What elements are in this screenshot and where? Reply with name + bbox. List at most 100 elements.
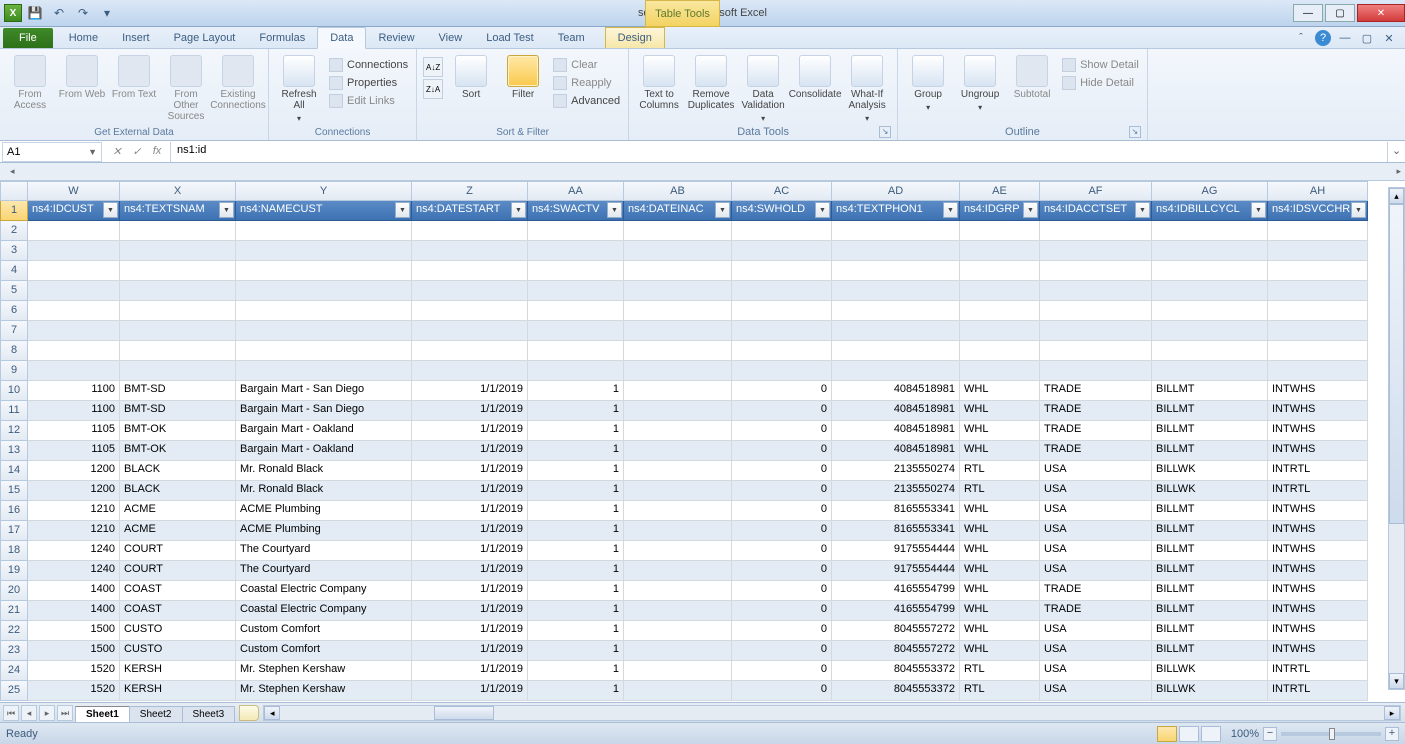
row-header[interactable]: 12: [0, 421, 28, 441]
cell[interactable]: BILLMT: [1152, 421, 1268, 441]
row-header[interactable]: 9: [0, 361, 28, 381]
cell[interactable]: INTWHS: [1268, 601, 1368, 621]
cell[interactable]: 1: [528, 401, 624, 421]
row-header[interactable]: 23: [0, 641, 28, 661]
cell[interactable]: INTWHS: [1268, 441, 1368, 461]
cell[interactable]: INTWHS: [1268, 401, 1368, 421]
cell[interactable]: [1268, 321, 1368, 341]
cell[interactable]: 1200: [28, 461, 120, 481]
cell[interactable]: BILLMT: [1152, 641, 1268, 661]
from-access-button[interactable]: From Access: [6, 53, 54, 111]
cell[interactable]: WHL: [960, 421, 1040, 441]
cell[interactable]: Bargain Mart - Oakland: [236, 441, 412, 461]
cell[interactable]: 1/1/2019: [412, 461, 528, 481]
expand-formula-bar-icon[interactable]: ⌄: [1387, 142, 1405, 162]
cell[interactable]: 8045553372: [832, 681, 960, 701]
cell[interactable]: 1200: [28, 481, 120, 501]
cell[interactable]: [1268, 341, 1368, 361]
cell[interactable]: [732, 241, 832, 261]
cell[interactable]: 1210: [28, 521, 120, 541]
tab-view[interactable]: View: [427, 28, 475, 48]
column-header[interactable]: AB: [624, 181, 732, 201]
cell[interactable]: 0: [732, 401, 832, 421]
cell[interactable]: [624, 261, 732, 281]
cell[interactable]: [28, 261, 120, 281]
tab-nav-first-icon[interactable]: ⏮: [3, 705, 19, 721]
cell[interactable]: [960, 241, 1040, 261]
cell[interactable]: RTL: [960, 661, 1040, 681]
cell[interactable]: 8165553341: [832, 501, 960, 521]
cell[interactable]: 0: [732, 461, 832, 481]
tab-review[interactable]: Review: [366, 28, 426, 48]
sort-button[interactable]: Sort: [447, 53, 495, 100]
table-column-header[interactable]: ns4:DATESTART▼: [412, 201, 528, 221]
filter-dropdown-icon[interactable]: ▼: [511, 202, 526, 218]
cell[interactable]: BILLMT: [1152, 541, 1268, 561]
reapply-button[interactable]: Reapply: [551, 75, 622, 91]
tab-team[interactable]: Team: [546, 28, 597, 48]
cell[interactable]: USA: [1040, 461, 1152, 481]
cell[interactable]: 1/1/2019: [412, 621, 528, 641]
cell[interactable]: [528, 321, 624, 341]
cell[interactable]: USA: [1040, 501, 1152, 521]
cell[interactable]: [412, 321, 528, 341]
text-to-columns-button[interactable]: Text to Columns: [635, 53, 683, 111]
close-button[interactable]: ✕: [1357, 4, 1405, 22]
cell[interactable]: [1152, 261, 1268, 281]
row-header[interactable]: 21: [0, 601, 28, 621]
table-column-header[interactable]: ns4:IDGRP▼: [960, 201, 1040, 221]
cell[interactable]: 1/1/2019: [412, 481, 528, 501]
cell[interactable]: CUSTO: [120, 621, 236, 641]
cell[interactable]: INTWHS: [1268, 581, 1368, 601]
cell[interactable]: BLACK: [120, 461, 236, 481]
workbook-close-icon[interactable]: ✕: [1381, 30, 1397, 46]
cell[interactable]: 0: [732, 601, 832, 621]
subtotal-button[interactable]: Subtotal: [1008, 53, 1056, 100]
cell[interactable]: Custom Comfort: [236, 621, 412, 641]
cell[interactable]: INTWHS: [1268, 521, 1368, 541]
cell[interactable]: 1: [528, 681, 624, 701]
filter-dropdown-icon[interactable]: ▼: [715, 202, 730, 218]
cell[interactable]: ACME Plumbing: [236, 501, 412, 521]
cell[interactable]: [832, 221, 960, 241]
minimize-button[interactable]: —: [1293, 4, 1323, 22]
cell[interactable]: [1152, 281, 1268, 301]
cell[interactable]: [528, 341, 624, 361]
tab-nav-next-icon[interactable]: ▸: [39, 705, 55, 721]
cell[interactable]: [732, 281, 832, 301]
cell[interactable]: INTRTL: [1268, 681, 1368, 701]
row-header[interactable]: 5: [0, 281, 28, 301]
row-header[interactable]: 13: [0, 441, 28, 461]
cell[interactable]: INTRTL: [1268, 661, 1368, 681]
cell[interactable]: [624, 301, 732, 321]
cell[interactable]: [236, 301, 412, 321]
cell[interactable]: 1: [528, 461, 624, 481]
existing-connections-button[interactable]: Existing Connections: [214, 53, 262, 111]
tab-insert[interactable]: Insert: [110, 28, 162, 48]
cell[interactable]: 0: [732, 581, 832, 601]
edit-links-button[interactable]: Edit Links: [327, 93, 410, 109]
table-column-header[interactable]: ns4:TEXTPHON1▼: [832, 201, 960, 221]
table-column-header[interactable]: ns4:DATEINAC▼: [624, 201, 732, 221]
cell[interactable]: Coastal Electric Company: [236, 601, 412, 621]
cell[interactable]: [528, 261, 624, 281]
cell[interactable]: 1/1/2019: [412, 561, 528, 581]
cell[interactable]: 1/1/2019: [412, 501, 528, 521]
cell[interactable]: [832, 341, 960, 361]
cell[interactable]: COAST: [120, 581, 236, 601]
cell[interactable]: 1500: [28, 641, 120, 661]
cell[interactable]: USA: [1040, 681, 1152, 701]
cell[interactable]: [120, 281, 236, 301]
cell[interactable]: [528, 241, 624, 261]
workbook-minimize-icon[interactable]: —: [1337, 30, 1353, 46]
cell[interactable]: WHL: [960, 381, 1040, 401]
cell[interactable]: 9175554444: [832, 541, 960, 561]
cell[interactable]: 1500: [28, 621, 120, 641]
cell[interactable]: 1/1/2019: [412, 541, 528, 561]
cell[interactable]: [1268, 241, 1368, 261]
cell[interactable]: [120, 241, 236, 261]
table-column-header[interactable]: ns4:IDACCTSET▼: [1040, 201, 1152, 221]
show-detail-button[interactable]: Show Detail: [1060, 57, 1141, 73]
cell[interactable]: BMT-OK: [120, 421, 236, 441]
cell[interactable]: [120, 221, 236, 241]
